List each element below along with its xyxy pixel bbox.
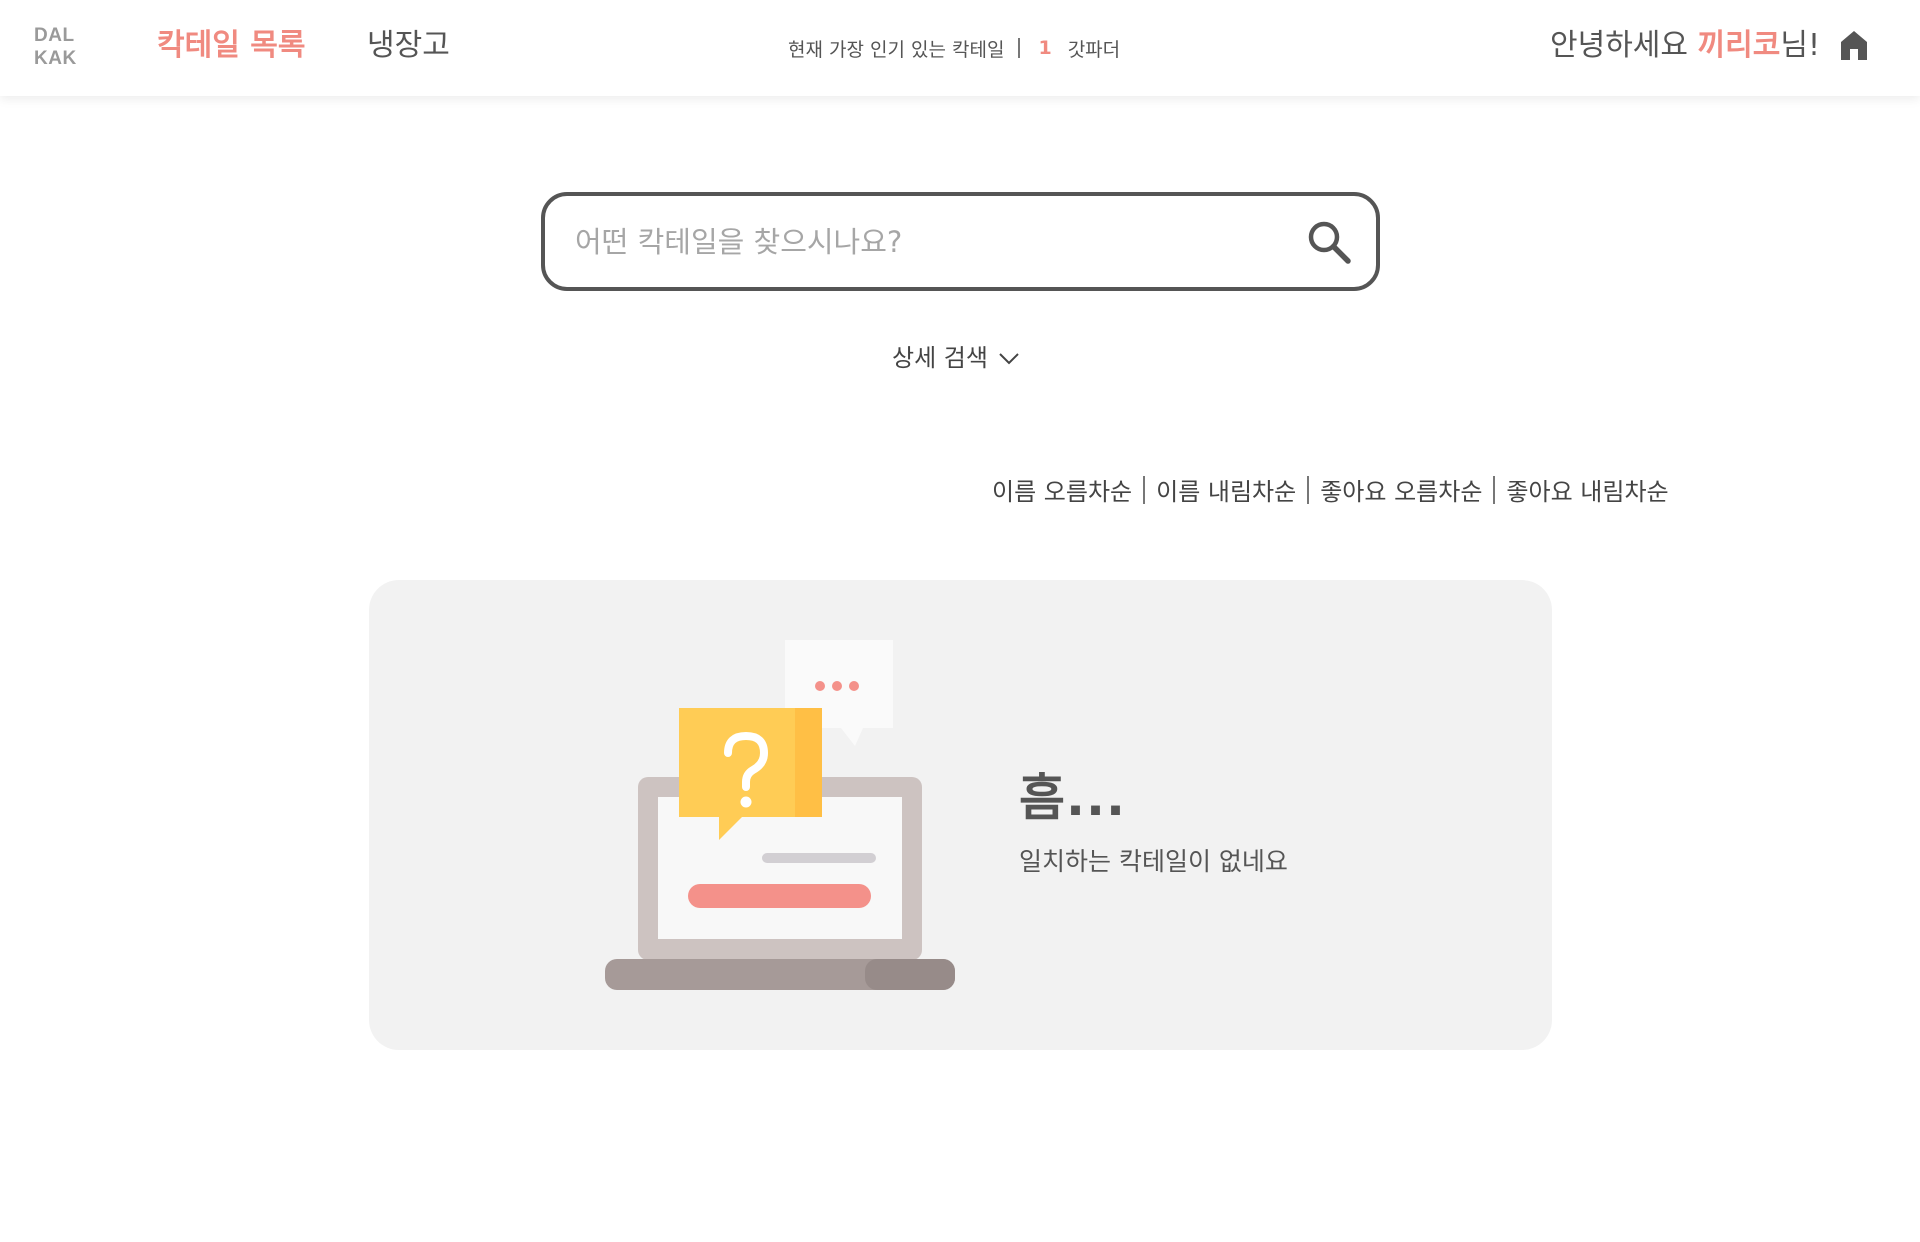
logo[interactable]: DAL KAK bbox=[34, 24, 94, 70]
popular-cocktail-ticker[interactable]: 현재 가장 인기 있는 칵테일 1 갓파더 bbox=[788, 33, 1120, 63]
greeting-suffix: 님! bbox=[1780, 28, 1820, 63]
empty-result-card: 흠... 일치하는 칵테일이 없네요 bbox=[369, 580, 1552, 1050]
logo-line-1: DAL bbox=[34, 25, 75, 46]
laptop-question-illustration bbox=[605, 640, 955, 995]
logo-line-2: KAK bbox=[34, 48, 77, 69]
popular-rank: 1 bbox=[1038, 37, 1052, 59]
empty-message: 일치하는 칵테일이 없네요 bbox=[1019, 847, 1288, 876]
search-input[interactable] bbox=[575, 218, 1275, 266]
sort-likes-desc[interactable]: 좋아요 내림차순 bbox=[1506, 472, 1668, 507]
advanced-search-toggle[interactable]: 상세 검색 bbox=[892, 338, 1020, 373]
sort-likes-asc[interactable]: 좋아요 오름차순 bbox=[1320, 472, 1482, 507]
sort-options: 이름 오름차순 이름 내림차순 좋아요 오름차순 좋아요 내림차순 bbox=[992, 472, 1669, 507]
greeting-prefix: 안녕하세요 bbox=[1550, 28, 1698, 63]
divider bbox=[1143, 475, 1146, 504]
chevron-down-icon bbox=[999, 352, 1019, 364]
search-icon[interactable] bbox=[1305, 218, 1353, 266]
username[interactable]: 끼리코 bbox=[1698, 28, 1781, 63]
search-bar bbox=[541, 192, 1380, 291]
nav-fridge[interactable]: 냉장고 bbox=[367, 26, 450, 66]
sort-name-asc[interactable]: 이름 오름차순 bbox=[992, 472, 1132, 507]
home-icon[interactable] bbox=[1838, 29, 1870, 61]
divider bbox=[1018, 38, 1021, 58]
advanced-search-label: 상세 검색 bbox=[892, 344, 988, 372]
sort-name-desc[interactable]: 이름 내림차순 bbox=[1156, 472, 1296, 507]
divider bbox=[1493, 475, 1496, 504]
divider bbox=[1307, 475, 1310, 504]
popular-cocktail-name: 갓파더 bbox=[1067, 38, 1121, 61]
nav-cocktail-list[interactable]: 칵테일 목록 bbox=[157, 26, 305, 66]
user-greeting: 안녕하세요 끼리코님! bbox=[1550, 26, 1820, 66]
popular-label: 현재 가장 인기 있는 칵테일 bbox=[788, 38, 1005, 61]
empty-title: 흠... bbox=[1019, 769, 1126, 827]
top-header: DAL KAK 칵테일 목록 냉장고 현재 가장 인기 있는 칵테일 1 갓파더… bbox=[0, 0, 1920, 96]
